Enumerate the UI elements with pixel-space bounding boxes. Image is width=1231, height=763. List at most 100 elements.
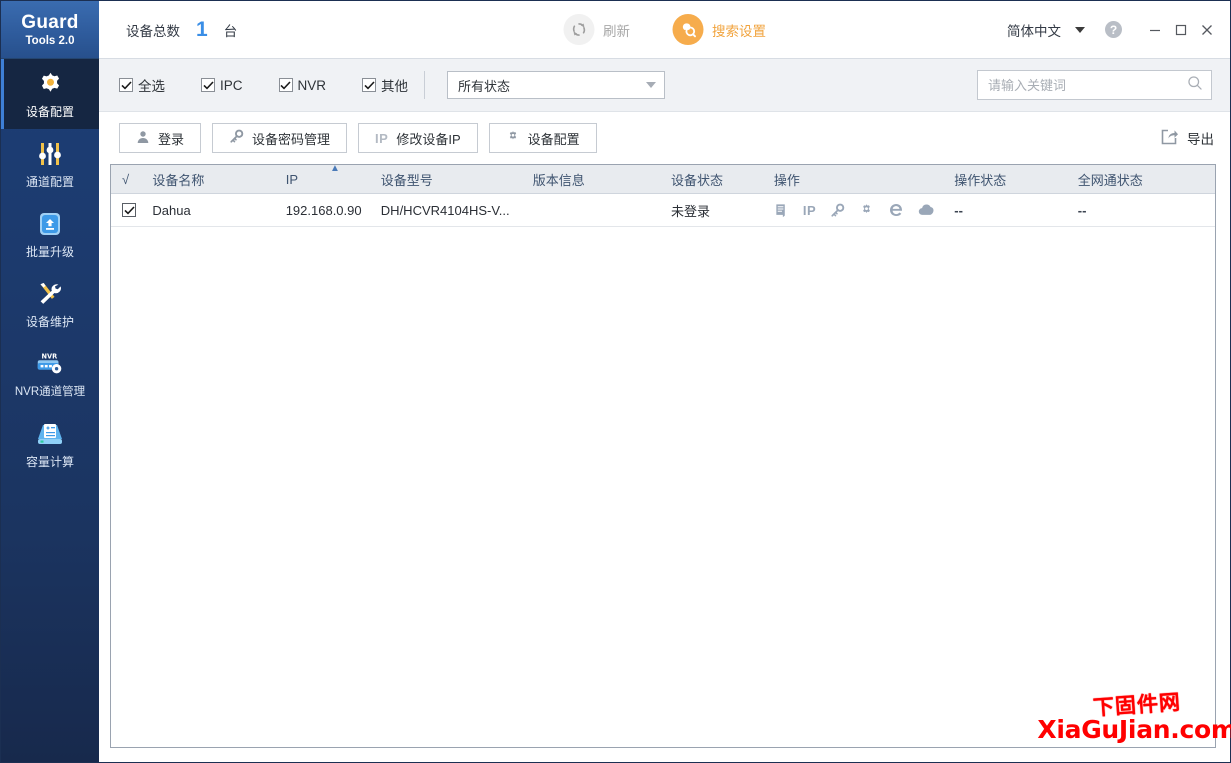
sidebar-item-device-maintenance[interactable]: 设备维护 (1, 269, 99, 339)
device-count-unit: 台 (224, 20, 238, 40)
search-icon[interactable] (1187, 75, 1203, 96)
row-checkbox[interactable] (122, 203, 136, 217)
search-input[interactable] (988, 78, 1187, 93)
gear-icon (34, 69, 66, 99)
row-checkbox-cell[interactable] (111, 203, 152, 217)
cell-operation-state: -- (954, 203, 1078, 218)
search-settings-button[interactable]: 搜索设置 (672, 14, 766, 45)
svg-text:NVR: NVR (42, 352, 58, 360)
cell-device-name: Dahua (152, 203, 285, 218)
close-icon[interactable] (1194, 17, 1220, 43)
maximize-icon[interactable] (1168, 17, 1194, 43)
checkbox-select-all[interactable]: 全选 (119, 75, 165, 95)
checkbox-box (201, 78, 215, 92)
device-count: 设备总数 1 台 (126, 18, 237, 42)
modify-ip-icon[interactable]: IP (803, 203, 816, 218)
sidebar-item-label: 通道配置 (26, 175, 74, 189)
sidebar-nav: 设备配置 通道配置 (1, 59, 99, 479)
checkbox-label: NVR (298, 78, 327, 93)
cell-operations: IP (774, 202, 954, 218)
sidebar-item-channel-config[interactable]: 通道配置 (1, 129, 99, 199)
ip-text-icon: IP (375, 131, 388, 146)
checkbox-ipc[interactable]: IPC (201, 78, 243, 93)
nvr-icon: NVR (34, 349, 66, 379)
cell-network-state: -- (1078, 203, 1215, 218)
checkbox-box (362, 78, 376, 92)
sidebar-item-label: 设备配置 (26, 105, 74, 119)
search-settings-icon (672, 14, 703, 45)
keyword-search-box[interactable] (977, 70, 1212, 100)
modify-device-ip-label: 修改设备IP (396, 129, 460, 148)
sidebar-item-nvr-channel-management[interactable]: NVR NVR通道管理 (1, 339, 99, 409)
chevron-down-icon (646, 82, 656, 88)
checkbox-label: 其他 (381, 75, 408, 95)
column-header-operation-state[interactable]: 操作状态 (954, 170, 1078, 189)
config-gear-icon[interactable] (859, 203, 874, 218)
export-button-label: 导出 (1187, 128, 1214, 148)
upload-batch-icon (34, 209, 66, 239)
search-settings-label: 搜索设置 (712, 20, 766, 40)
checkbox-box (279, 78, 293, 92)
refresh-button[interactable]: 刷新 (563, 14, 630, 45)
table-body: Dahua 192.168.0.90 DH/HCVR4104HS-V... 未登… (111, 194, 1215, 747)
user-icon (136, 130, 150, 147)
sidebar-item-label: 设备维护 (26, 315, 74, 329)
checkbox-nvr[interactable]: NVR (279, 78, 327, 93)
checkbox-box (119, 78, 133, 92)
sidebar-item-device-config[interactable]: 设备配置 (1, 59, 99, 129)
sidebar-item-batch-upgrade[interactable]: 批量升级 (1, 199, 99, 269)
brand-subtitle: Tools 2.0 (26, 34, 75, 48)
device-password-management-button[interactable]: 设备密码管理 (212, 123, 347, 153)
device-password-management-label: 设备密码管理 (252, 129, 330, 148)
column-header-network-state[interactable]: 全网通状态 (1078, 170, 1215, 189)
password-key-icon[interactable] (830, 203, 845, 218)
export-button[interactable]: 导出 (1159, 127, 1218, 150)
export-icon (1159, 127, 1179, 150)
column-header-device-name[interactable]: 设备名称 (152, 170, 285, 189)
column-header-version-info[interactable]: 版本信息 (533, 170, 671, 189)
device-info-icon[interactable] (774, 203, 789, 218)
checkbox-label: IPC (220, 78, 243, 93)
table-row[interactable]: Dahua 192.168.0.90 DH/HCVR4104HS-V... 未登… (111, 194, 1215, 227)
window-controls: 简体中文 ? (1007, 17, 1230, 43)
device-config-button[interactable]: 设备配置 (489, 123, 597, 153)
divider (424, 71, 425, 99)
cloud-icon[interactable] (918, 203, 935, 217)
device-count-label: 设备总数 (126, 20, 180, 40)
column-header-device-model[interactable]: 设备型号 (381, 170, 533, 189)
checkbox-other[interactable]: 其他 (362, 75, 408, 95)
modify-device-ip-button[interactable]: IP 修改设备IP (358, 123, 478, 153)
checkbox-label: 全选 (138, 75, 165, 95)
sidebar-item-capacity-calculation[interactable]: 容量计算 (1, 409, 99, 479)
sort-asc-icon[interactable]: ▲ (330, 163, 340, 174)
main-area: 设备总数 1 台 刷新 (99, 1, 1230, 762)
chevron-down-icon[interactable] (1075, 27, 1085, 33)
minimize-icon[interactable] (1142, 17, 1168, 43)
sliders-icon (34, 139, 66, 169)
column-header-operations[interactable]: 操作 (774, 170, 954, 189)
toolbar: 登录 设备密码管理 IP 修改设备IP (99, 112, 1230, 164)
device-table: √ 设备名称 IP 设备型号 版本信息 设备状态 操作 操作状态 全网通状态 ▲ (110, 164, 1216, 748)
refresh-icon (563, 14, 594, 45)
brand-name: Guard (21, 12, 78, 33)
column-header-device-state[interactable]: 设备状态 (671, 170, 774, 189)
language-selector-label[interactable]: 简体中文 (1007, 20, 1061, 40)
browser-ie-icon[interactable] (888, 202, 904, 218)
key-icon (229, 129, 244, 147)
login-button[interactable]: 登录 (119, 123, 201, 153)
help-icon[interactable]: ? (1105, 21, 1122, 38)
device-config-button-label: 设备配置 (528, 129, 580, 148)
cell-device-state: 未登录 (671, 201, 774, 220)
sidebar: Guard Tools 2.0 设备配置 (1, 1, 99, 762)
top-actions: 刷新 搜索设置 (563, 14, 766, 45)
table-header: √ 设备名称 IP 设备型号 版本信息 设备状态 操作 操作状态 全网通状态 ▲ (111, 165, 1215, 194)
sidebar-item-label: 批量升级 (26, 245, 74, 259)
storage-calc-icon (34, 419, 66, 449)
status-filter-value: 所有状态 (458, 76, 510, 95)
tools-icon (34, 279, 66, 309)
status-filter-select[interactable]: 所有状态 (447, 71, 665, 99)
gear-icon (506, 130, 520, 147)
cell-device-model: DH/HCVR4104HS-V... (381, 203, 533, 218)
column-header-check[interactable]: √ (111, 172, 152, 187)
login-button-label: 登录 (158, 129, 184, 148)
